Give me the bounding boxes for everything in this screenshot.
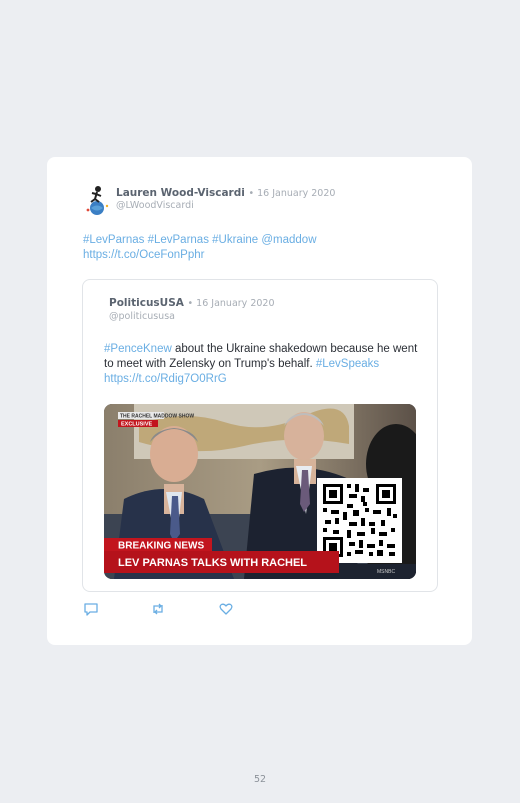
hashtag-levspeaks[interactable]: #LevSpeaks	[316, 358, 379, 370]
hashtag-penceknew[interactable]: #PenceKnew	[104, 343, 172, 355]
quoted-date-text: 16 January 2020	[196, 298, 275, 309]
quoted-author-name[interactable]: PoliticusUSA • 16 January 2020	[109, 297, 275, 309]
tweet-text: #LevParnas #LevParnas #Ukraine @maddow h…	[83, 233, 423, 263]
tweet-link[interactable]: https://t.co/OceFonPphr	[83, 248, 423, 263]
news-broadcast-image: THE RACHEL MADDOW SHOW EXCLUSIVE BREAKIN…	[104, 404, 416, 579]
retweet-icon[interactable]	[150, 601, 166, 617]
avatar[interactable]	[82, 184, 112, 216]
author-display-name[interactable]: Lauren Wood-Viscardi	[116, 187, 245, 199]
reply-icon[interactable]	[83, 601, 99, 617]
quoted-text: #PenceKnew about the Ukraine shakedown b…	[104, 342, 419, 387]
quoted-link[interactable]: https://t.co/Rdig7O0RrG	[104, 373, 227, 385]
exclusive-tag: EXCLUSIVE	[121, 422, 153, 428]
quoted-handle[interactable]: @politicususa	[109, 311, 175, 322]
tweet-hashtags[interactable]: #LevParnas #LevParnas #Ukraine @maddow	[83, 233, 423, 248]
quoted-tweet[interactable]: PoliticusUSA • 16 January 2020 @politicu…	[82, 279, 438, 592]
quoted-display-name[interactable]: PoliticusUSA	[109, 297, 184, 309]
author-name[interactable]: Lauren Wood-Viscardi • 16 January 2020	[116, 187, 335, 199]
quoted-date: • 16 January 2020	[187, 298, 275, 309]
tweet-actions	[83, 601, 263, 617]
headline-chyron: LEV PARNAS TALKS WITH RACHEL	[118, 557, 307, 569]
tweet-card: Lauren Wood-Viscardi • 16 January 2020 @…	[47, 157, 472, 645]
breaking-news-label: BREAKING NEWS	[118, 541, 204, 552]
video-thumbnail[interactable]: THE RACHEL MADDOW SHOW EXCLUSIVE BREAKIN…	[104, 404, 416, 579]
network-bug: MSNBC	[377, 569, 395, 575]
heart-icon[interactable]	[218, 601, 234, 617]
tweet-date-text: 16 January 2020	[257, 188, 336, 199]
show-name-tag: THE RACHEL MADDOW SHOW	[120, 414, 194, 420]
page-number: 52	[253, 774, 267, 785]
author-handle[interactable]: @LWoodViscardi	[116, 200, 194, 211]
tweet-date: • 16 January 2020	[248, 188, 336, 199]
